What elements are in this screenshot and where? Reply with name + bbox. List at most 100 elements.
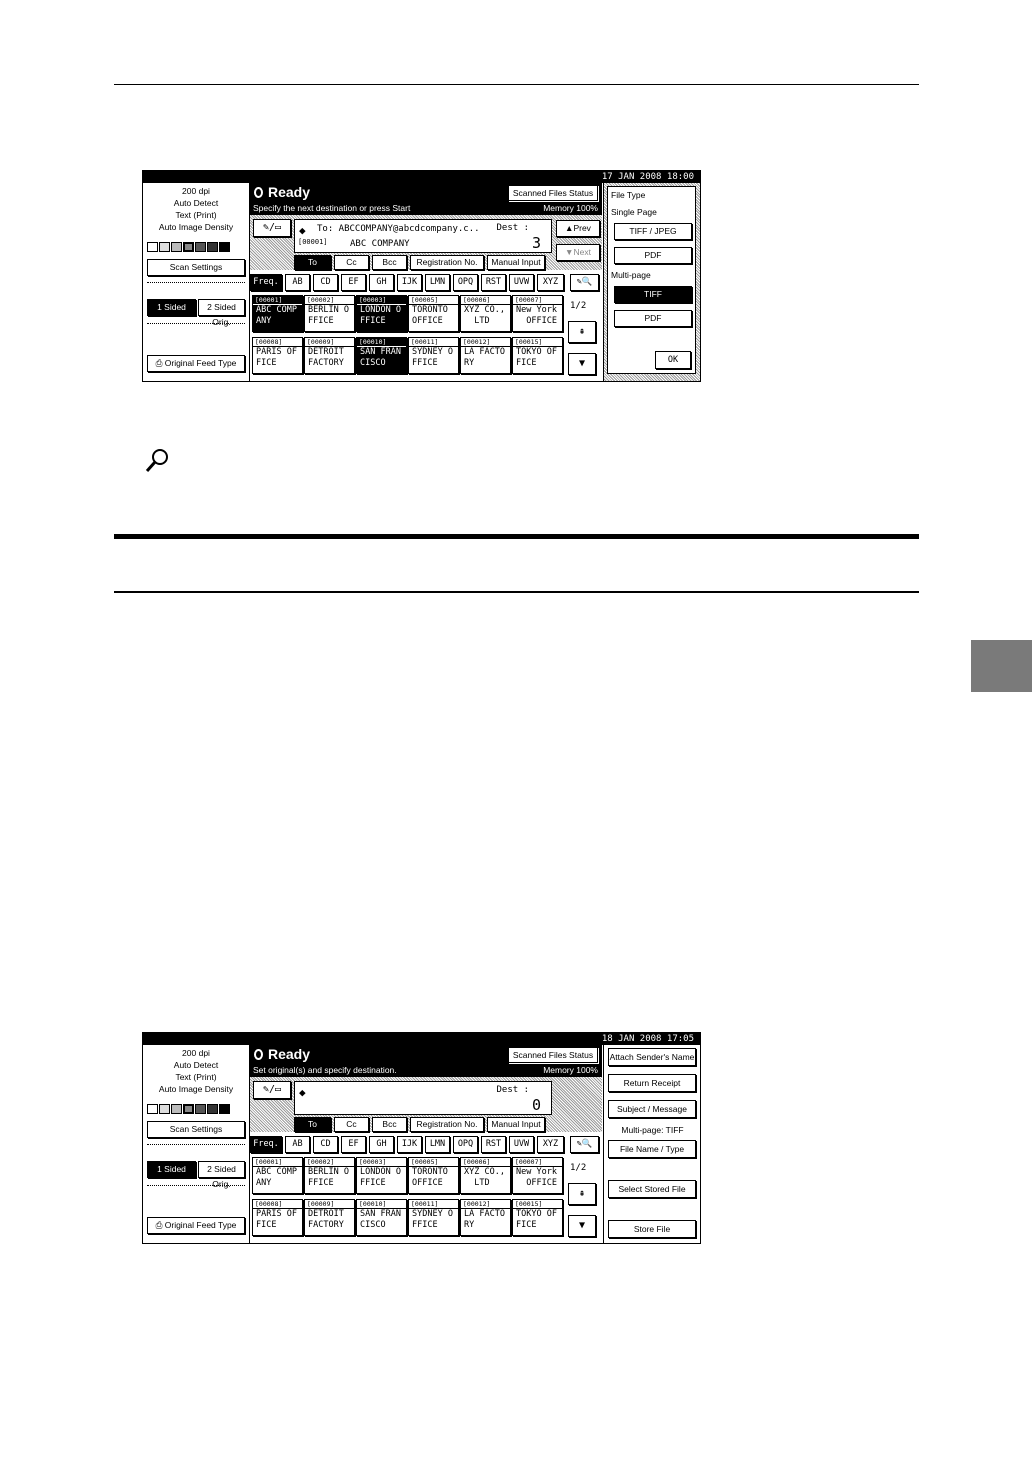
single-page-label: Single Page [611, 207, 657, 217]
destination-id: [00003] [357, 1158, 406, 1167]
destination-key[interactable]: [00006] XYZ CO., LTD [460, 1157, 511, 1194]
page-down-button[interactable]: ▼ [568, 353, 596, 375]
next-button[interactable]: ▼Next [556, 244, 600, 261]
destination-key[interactable]: [00001] ABC COMP ANY [252, 295, 303, 332]
index-tab-uvw[interactable]: UVW [509, 1136, 534, 1153]
index-tab-ef[interactable]: EF [341, 274, 366, 291]
two-sided-orig-button[interactable]: 2 Sided Orig. [198, 299, 245, 327]
pdf-multi-button[interactable]: PDF [614, 310, 692, 327]
destination-key[interactable]: [00002] BERLIN O FFICE [304, 1157, 355, 1194]
search-destination-button[interactable]: ✎🔍 [570, 274, 599, 291]
destination-name: SYDNEY O FFICE [412, 1209, 453, 1230]
scan-settings-button[interactable]: Scan Settings [147, 259, 245, 276]
page-up-button[interactable]: ⇞ [568, 1183, 596, 1205]
destination-key[interactable]: [00007] New York OFFICE [512, 1157, 563, 1194]
page-up-button[interactable]: ⇞ [568, 321, 596, 343]
destination-key[interactable]: [00009] DETROIT FACTORY [304, 337, 355, 374]
index-tab-ab[interactable]: AB [285, 1136, 310, 1153]
index-tab-opq[interactable]: OPQ [453, 1136, 478, 1153]
destination-display: ◆ To: ABCCOMPANY@abcdcompany.c.. Dest : … [294, 219, 552, 253]
datetime: 17 JAN 2008 18:00 [601, 172, 694, 182]
destination-key[interactable]: [00015] TOKYO OF FICE [512, 1199, 563, 1236]
destination-id: [00005] [409, 296, 458, 305]
scan-settings-button[interactable]: Scan Settings [147, 1121, 245, 1138]
destination-key[interactable]: [00010] SAN FRAN CISCO [356, 1199, 407, 1236]
mode-text: Text (Print) [175, 1072, 217, 1082]
destination-key[interactable]: [00003] LONDON O FFICE [356, 1157, 407, 1194]
one-sided-orig-button[interactable]: 1 Sided Orig. [147, 1161, 196, 1189]
index-tab-lmn[interactable]: LMN [425, 1136, 450, 1153]
pdf-single-button[interactable]: PDF [614, 247, 692, 264]
destination-key[interactable]: [00011] SYDNEY O FFICE [408, 1199, 459, 1236]
ok-button[interactable]: OK [655, 351, 691, 369]
index-tab-rst[interactable]: RST [481, 274, 506, 291]
registration-no-button[interactable]: Registration No. [410, 255, 484, 270]
cc-button[interactable]: Cc [334, 255, 369, 270]
index-tab-cd[interactable]: CD [313, 274, 338, 291]
file-name-type-button[interactable]: File Name / Type [608, 1140, 696, 1158]
cc-button[interactable]: Cc [334, 1117, 369, 1132]
destination-key[interactable]: [00003] LONDON O FFICE [356, 295, 407, 332]
destination-key[interactable]: [00015] TOKYO OF FICE [512, 337, 563, 374]
destination-key[interactable]: [00008] PARIS OF FICE [252, 1199, 303, 1236]
destination-key[interactable]: [00009] DETROIT FACTORY [304, 1199, 355, 1236]
select-stored-file-button[interactable]: Select Stored File [608, 1180, 696, 1198]
index-tab-ijk[interactable]: IJK [397, 274, 422, 291]
bcc-button[interactable]: Bcc [372, 1117, 407, 1132]
tiff-multi-button[interactable]: TIFF [614, 286, 692, 303]
two-sided-orig-button[interactable]: 2 Sided Orig. [198, 1161, 245, 1189]
bcc-button[interactable]: Bcc [372, 255, 407, 270]
ready-status: Ready [254, 184, 310, 200]
index-tab-xyz[interactable]: XYZ [537, 1136, 564, 1153]
manual-input-button[interactable]: Manual Input [487, 1117, 545, 1132]
subject-message-button[interactable]: Subject / Message [608, 1100, 696, 1118]
attach-senders-name-button[interactable]: Attach Sender's Name [608, 1048, 696, 1066]
to-button[interactable]: To [294, 1117, 331, 1132]
tiff-jpeg-button[interactable]: TIFF / JPEG [614, 223, 692, 240]
index-tab-gh[interactable]: GH [369, 1136, 394, 1153]
index-tab-cd[interactable]: CD [313, 1136, 338, 1153]
page-indicator: 1/2 [570, 301, 587, 311]
index-tab-ef[interactable]: EF [341, 1136, 366, 1153]
address-book-toggle-button[interactable]: ✎/▭ [253, 219, 291, 237]
destination-key[interactable]: [00011] SYDNEY O FFICE [408, 337, 459, 374]
original-feed-type-button[interactable]: ⎙ Original Feed Type [147, 1217, 245, 1234]
density-swatches[interactable] [147, 1104, 230, 1114]
index-tab-freq[interactable]: Freq. [250, 1136, 282, 1153]
destination-key[interactable]: [00012] LA FACTO RY [460, 337, 511, 374]
one-sided-orig-button[interactable]: 1 Sided Orig. [147, 299, 196, 327]
destination-key[interactable]: [00005] TORONTO OFFICE [408, 1157, 459, 1194]
scanned-files-status-button[interactable]: Scanned Files Status [508, 185, 598, 201]
manual-input-button[interactable]: Manual Input [487, 255, 545, 270]
original-feed-type-button[interactable]: ⎙ Original Feed Type [147, 355, 245, 372]
destination-key[interactable]: [00005] TORONTO OFFICE [408, 295, 459, 332]
scanned-files-status-button[interactable]: Scanned Files Status [508, 1047, 598, 1063]
multi-page-label: Multi-page [611, 270, 651, 280]
index-tab-ijk[interactable]: IJK [397, 1136, 422, 1153]
index-tab-gh[interactable]: GH [369, 274, 394, 291]
return-receipt-button[interactable]: Return Receipt [608, 1074, 696, 1092]
to-button[interactable]: To [294, 255, 331, 270]
index-tab-freq[interactable]: Freq. [250, 274, 282, 291]
registration-no-button[interactable]: Registration No. [410, 1117, 484, 1132]
index-tab-xyz[interactable]: XYZ [537, 274, 564, 291]
page-down-button[interactable]: ▼ [568, 1215, 596, 1237]
index-tab-opq[interactable]: OPQ [453, 274, 478, 291]
destination-key[interactable]: [00012] LA FACTO RY [460, 1199, 511, 1236]
destination-key[interactable]: [00008] PARIS OF FICE [252, 337, 303, 374]
destination-key[interactable]: [00007] New York OFFICE [512, 295, 563, 332]
index-tab-rst[interactable]: RST [481, 1136, 506, 1153]
density-swatches[interactable] [147, 242, 230, 252]
index-tab-ab[interactable]: AB [285, 274, 310, 291]
address-book-toggle-button[interactable]: ✎/▭ [253, 1081, 291, 1099]
index-tab-lmn[interactable]: LMN [425, 274, 450, 291]
prev-button[interactable]: ▲Prev [556, 220, 600, 237]
destination-key[interactable]: [00010] SAN FRAN CISCO [356, 337, 407, 374]
index-tab-uvw[interactable]: UVW [509, 274, 534, 291]
destination-key[interactable]: [00002] BERLIN O FFICE [304, 295, 355, 332]
destination-key[interactable]: [00001] ABC COMP ANY [252, 1157, 303, 1194]
search-destination-button[interactable]: ✎🔍 [570, 1136, 599, 1153]
destination-name: DETROIT FACTORY [308, 1209, 344, 1230]
destination-key[interactable]: [00006] XYZ CO., LTD [460, 295, 511, 332]
store-file-button[interactable]: Store File [608, 1220, 696, 1238]
